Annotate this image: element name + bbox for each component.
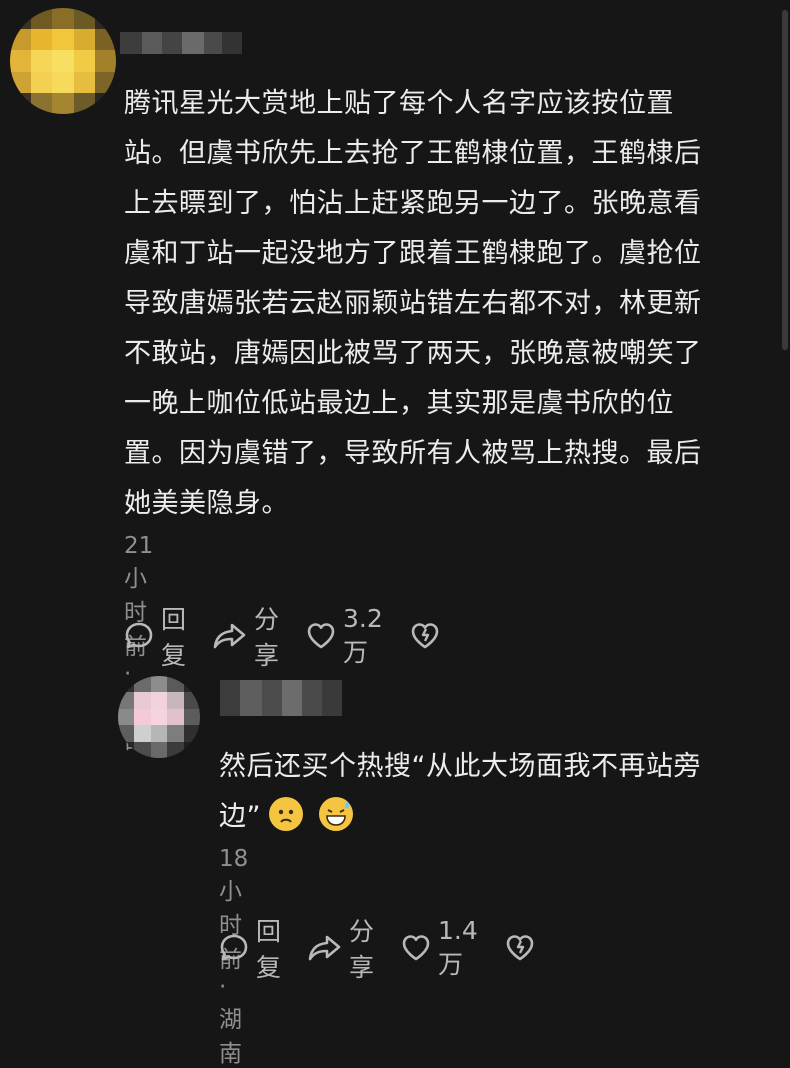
avatar[interactable] xyxy=(10,8,116,114)
broken-heart-icon xyxy=(504,932,536,964)
like-count: 3.2万 xyxy=(343,603,383,667)
username[interactable] xyxy=(220,680,342,716)
comment-text: 然后还买个热搜“从此大场面我不再站旁 边” xyxy=(219,742,779,842)
speech-bubble-icon xyxy=(218,932,250,964)
like-button[interactable]: 1.4万 xyxy=(400,916,478,981)
like-button[interactable]: 3.2万 xyxy=(305,604,383,669)
username[interactable] xyxy=(120,32,242,54)
heart-icon xyxy=(305,620,337,652)
comment-text-line2: 边” xyxy=(219,801,261,832)
share-arrow-icon xyxy=(212,620,248,652)
share-arrow-icon xyxy=(307,932,343,964)
share-label: 分享 xyxy=(254,605,280,670)
comment-actions: 回复 分享 1.4万 xyxy=(218,912,568,984)
comment-text: 腾讯星光大赏地上贴了每个人名字应该按位置 站。但虞书欣先上去抢了王鹤棣位置，王鹤… xyxy=(124,88,702,519)
heart-icon xyxy=(400,932,432,964)
reply-label: 回复 xyxy=(256,917,282,982)
broken-heart-icon xyxy=(409,620,441,652)
avatar[interactable] xyxy=(118,676,200,758)
reply-button[interactable]: 回复 xyxy=(218,912,281,984)
dislike-button[interactable] xyxy=(409,620,447,652)
reply-label: 回复 xyxy=(161,605,187,670)
like-count: 1.4万 xyxy=(438,915,478,979)
share-button[interactable]: 分享 xyxy=(307,912,374,984)
comment-actions: 回复 分享 3.2万 xyxy=(123,600,473,672)
share-label: 分享 xyxy=(349,917,375,982)
comment-text-line1: 然后还买个热搜“从此大场面我不再站旁 xyxy=(219,751,701,782)
scrollbar[interactable] xyxy=(782,10,788,350)
grinning-sweat-emoji-icon xyxy=(319,797,353,831)
share-button[interactable]: 分享 xyxy=(212,600,279,672)
dislike-button[interactable] xyxy=(504,932,542,964)
speech-bubble-icon xyxy=(123,620,155,652)
reply-button[interactable]: 回复 xyxy=(123,600,186,672)
sad-face-emoji-icon xyxy=(269,797,303,831)
